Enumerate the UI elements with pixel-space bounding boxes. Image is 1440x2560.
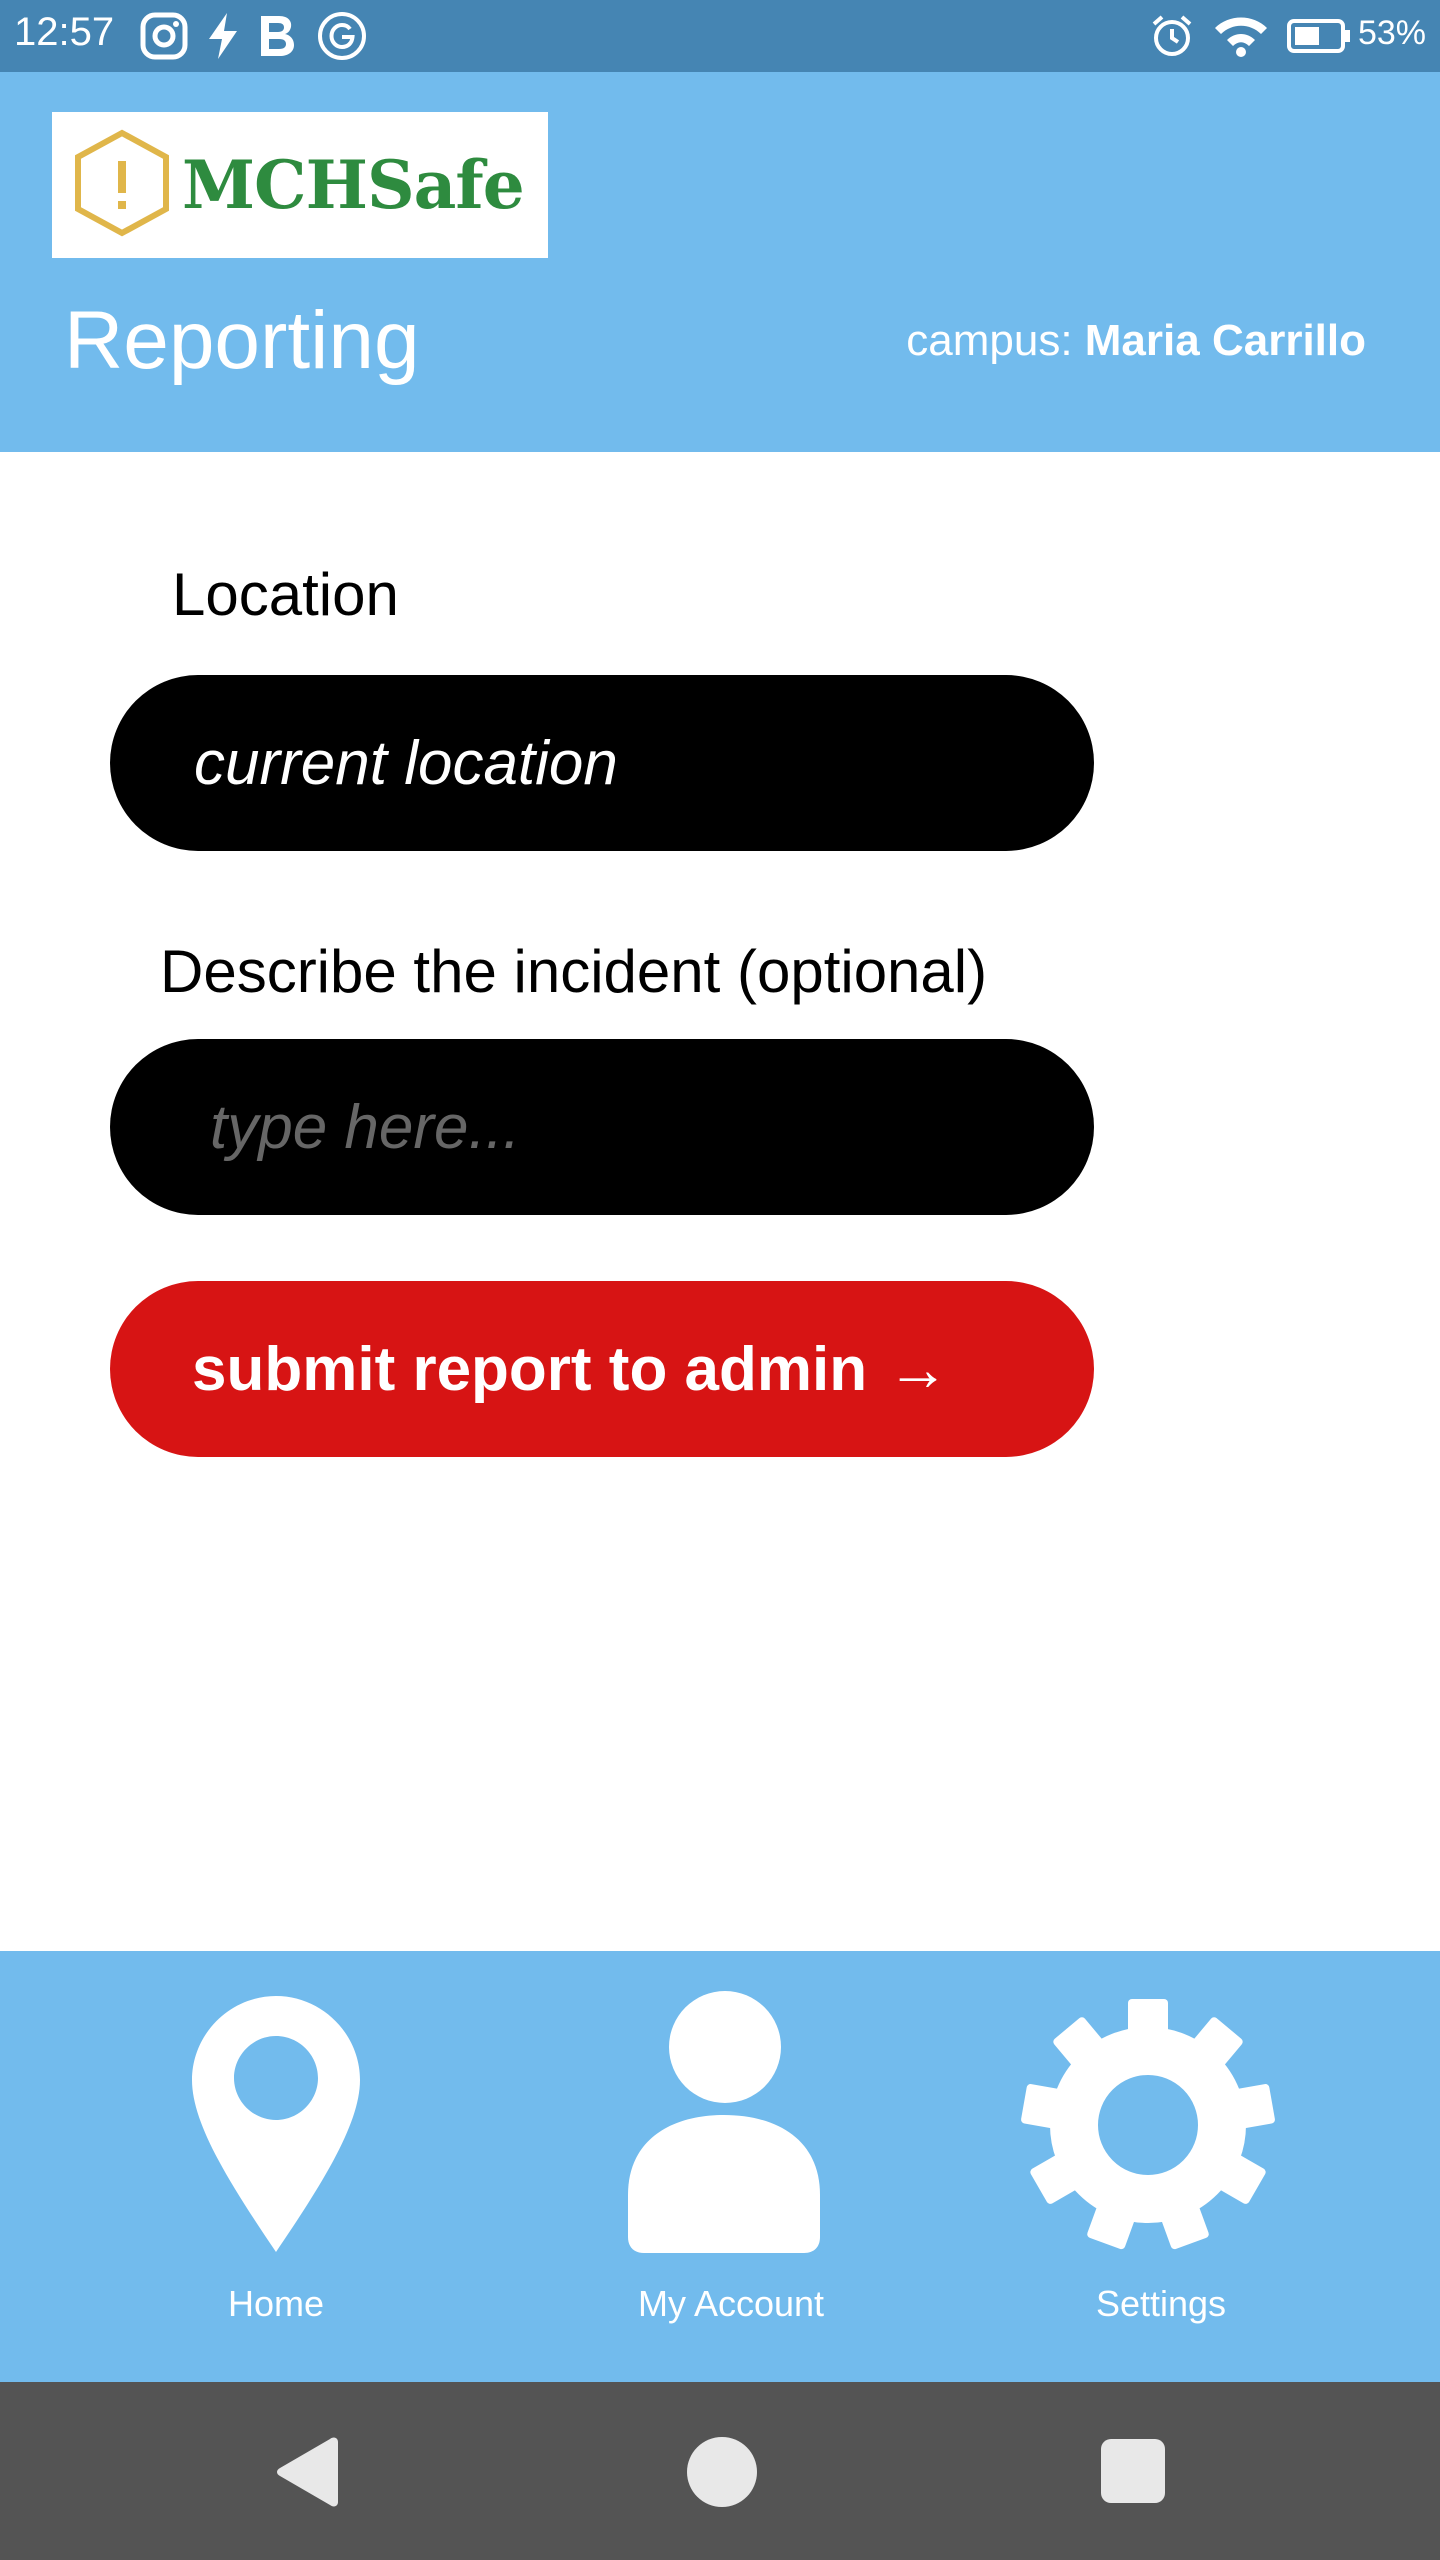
back-icon[interactable] — [272, 2436, 344, 2508]
warning-hexagon-icon — [70, 127, 174, 244]
instagram-icon — [136, 8, 192, 64]
campus-name: Maria Carrillo — [1084, 316, 1366, 365]
header: MCHSafe Reporting campus: Maria Carrillo — [0, 72, 1440, 452]
google-icon — [314, 8, 370, 64]
page-title: Reporting — [64, 295, 420, 386]
description-input[interactable]: type here... — [110, 1039, 1094, 1215]
flash-icon — [200, 8, 246, 64]
bottom-nav: Home My Account Settings — [0, 1951, 1440, 2382]
nav-item-settings[interactable]: Settings — [980, 1951, 1440, 2382]
location-label: Location — [172, 561, 399, 628]
person-icon — [628, 1991, 820, 2253]
nav-label-my-account: My Account — [637, 2283, 825, 2324]
location-pin-icon — [192, 1996, 360, 2252]
alarm-icon — [1146, 8, 1198, 64]
system-nav-bar — [0, 2382, 1440, 2560]
gear-icon — [1021, 1999, 1275, 2250]
nav-item-home[interactable]: Home — [0, 1951, 560, 2382]
app-logo: MCHSafe — [52, 112, 548, 258]
location-value: current location — [194, 728, 618, 798]
recents-icon[interactable] — [1100, 2438, 1166, 2504]
description-label: Describe the incident (optional) — [160, 938, 988, 1005]
nav-label-settings: Settings — [1095, 2283, 1227, 2324]
submit-label: submit report to admin — [192, 1334, 868, 1404]
b-letter-icon — [252, 8, 302, 64]
arrow-right-icon: → — [887, 1334, 950, 1404]
location-field[interactable]: current location — [110, 675, 1094, 851]
status-time: 12:57 — [14, 10, 115, 54]
nav-item-my-account[interactable]: My Account — [560, 1951, 980, 2382]
logo-text: MCHSafe — [182, 146, 525, 224]
nav-label-home: Home — [227, 2283, 325, 2324]
battery-percent: 53% — [1357, 14, 1426, 52]
home-circle-icon[interactable] — [686, 2436, 758, 2508]
submit-report-button[interactable]: submit report to admin → — [110, 1281, 1094, 1457]
wifi-icon — [1210, 8, 1272, 64]
battery-icon — [1286, 8, 1352, 64]
campus-label: campus: — [906, 316, 1073, 365]
description-placeholder: type here... — [210, 1092, 521, 1162]
status-bar: 12:57 53% — [0, 0, 1440, 72]
campus-info: campus: Maria Carrillo — [906, 316, 1366, 366]
